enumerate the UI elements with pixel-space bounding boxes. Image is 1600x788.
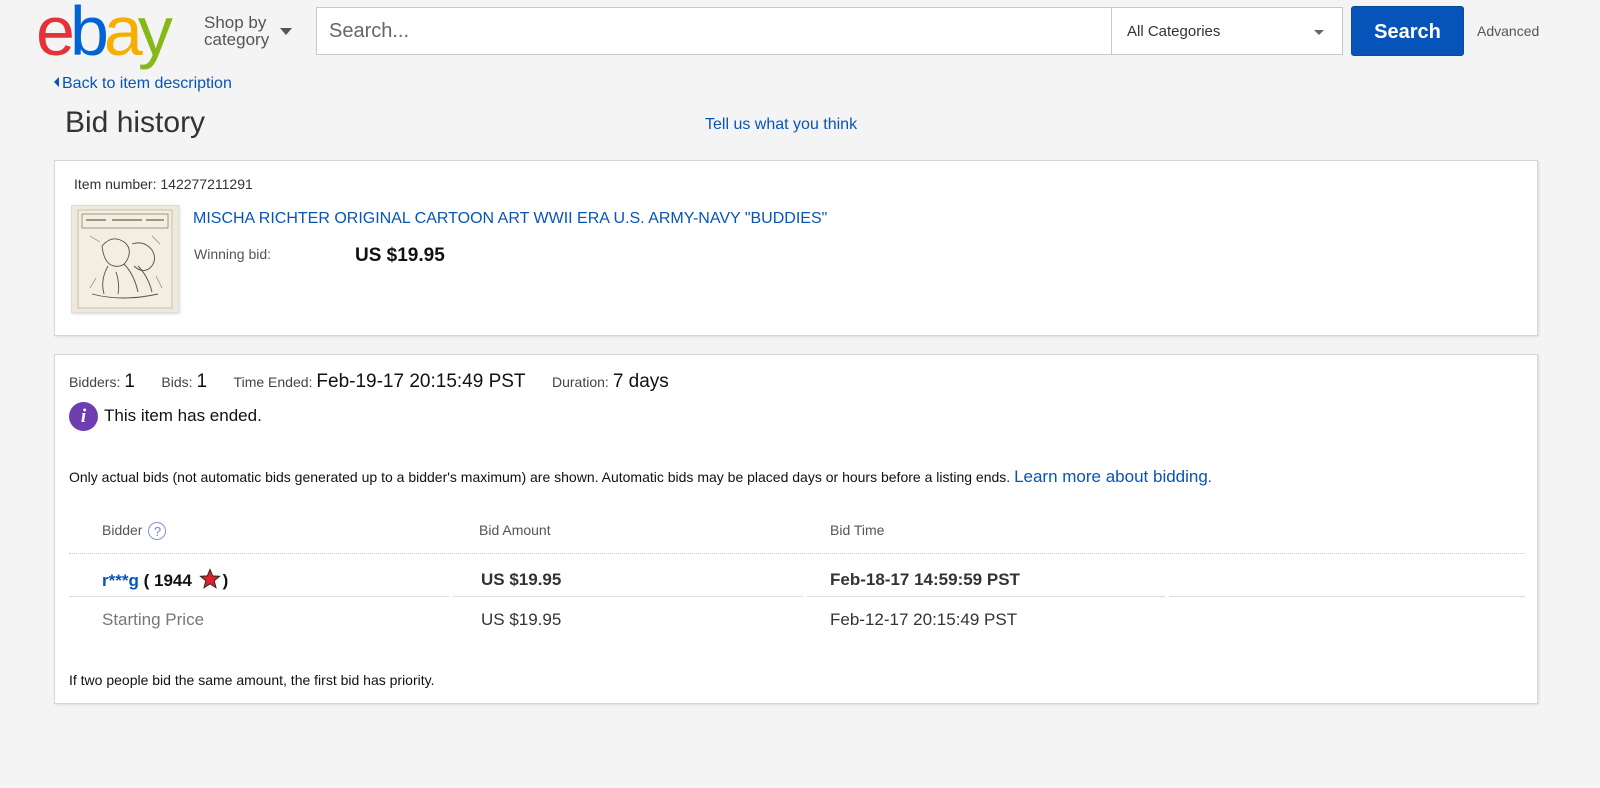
feedback-link[interactable]: Tell us what you think [705,116,857,134]
ended-notice: i This item has ended. [69,402,262,431]
logo-letter-y: y [137,0,173,70]
bids-count: 1 [196,371,208,392]
logo-letter-e: e [36,0,75,70]
header-divider [69,553,1525,554]
logo-letter-a: a [103,0,143,70]
logo-letter-b: b [69,0,109,70]
bid-amount-cell: US $19.95 [481,570,562,589]
learn-more-bidding-link[interactable]: Learn more about bidding [1014,467,1208,486]
category-label: category [204,30,270,49]
chevron-down-icon [280,28,292,35]
search-input[interactable] [317,8,1111,54]
bidder-cell: r***g ( 1944 ) [102,568,228,595]
duration-value: 7 days [612,371,669,392]
back-to-item-link[interactable]: Back to item description [54,75,232,93]
bid-history-panel: Bidders: 1 Bids: 1 Time Ended: Feb-19-17 20… [54,354,1538,704]
table-row: Starting Price US $19.95 Feb-12-17 20:15… [69,603,1525,635]
bid-stats: Bidders: 1 Bids: 1 Time Ended: Feb-19-17 20… [69,371,691,393]
ebay-logo[interactable]: ebay [36,0,173,70]
starting-price-label: Starting Price [102,610,205,629]
bids-label: Bids: [161,374,193,390]
info-icon: i [69,402,98,431]
bidding-note-text: Only actual bids (not automatic bids gen… [69,469,1011,485]
item-title-link[interactable]: MISCHA RICHTER ORIGINAL CARTOON ART WWII… [193,210,827,228]
shop-by-label: Shop by [204,13,267,32]
search-box [316,7,1112,55]
bidder-header-label: Bidder [102,522,143,538]
row-divider [1169,596,1525,597]
winning-bid-value: US $19.95 [355,245,445,266]
bid-amount-column-header: Bid Amount [479,522,551,538]
bid-time-cell: Feb-18-17 14:59:59 PST [830,570,1020,589]
feedback-open-paren: ( [143,570,150,590]
starting-price-time: Feb-12-17 20:15:49 PST [830,610,1018,629]
row-divider [69,596,449,597]
advanced-search-link[interactable]: Advanced [1477,23,1539,39]
feedback-score-link[interactable]: 1944 [154,571,192,590]
item-number: Item number: 142277211291 [74,176,253,192]
time-ended-label: Time Ended: [233,374,313,390]
chevron-down-icon [1314,30,1324,35]
search-button[interactable]: Search [1351,6,1464,56]
item-thumbnail[interactable] [71,205,179,313]
help-icon[interactable]: ? [148,522,167,541]
page-title: Bid history [65,106,206,139]
bidding-note: Only actual bids (not automatic bids gen… [69,467,1212,487]
row-divider [453,596,803,597]
ended-message: This item has ended. [104,405,262,425]
cartoon-sketch-image [77,209,173,309]
table-row: r***g ( 1944 ) US $19.95 Feb-18-17 14:59… [69,563,1525,595]
bidding-note-end: . [1207,469,1212,485]
bidders-label: Bidders: [69,374,121,390]
shop-by-category-button[interactable]: Shop by category [204,13,292,49]
winning-bid-label: Winning bid: [194,246,272,262]
item-number-value: 142277211291 [160,176,253,192]
category-select-value: All Categories [1127,23,1221,40]
back-link-label: Back to item description [62,75,232,92]
bidder-link[interactable]: r***g [102,571,139,590]
row-divider [807,596,1165,597]
feedback-star-icon[interactable] [198,568,221,595]
bid-priority-footnote: If two people bid the same amount, the f… [69,672,435,688]
bidder-column-header: Bidder? [102,522,167,541]
starting-price-amount: US $19.95 [481,610,562,629]
item-number-label: Item number: [74,176,157,192]
feedback-close-paren: ) [222,570,229,590]
item-summary-panel: Item number: 142277211291 MISCHA RICHTER… [54,160,1538,336]
chevron-left-icon [54,77,59,87]
duration-label: Duration: [552,374,609,390]
time-ended-value: Feb-19-17 20:15:49 PST [316,371,526,392]
bid-time-column-header: Bid Time [830,522,885,538]
category-select[interactable]: All Categories [1112,7,1343,55]
bidders-count: 1 [124,371,135,392]
